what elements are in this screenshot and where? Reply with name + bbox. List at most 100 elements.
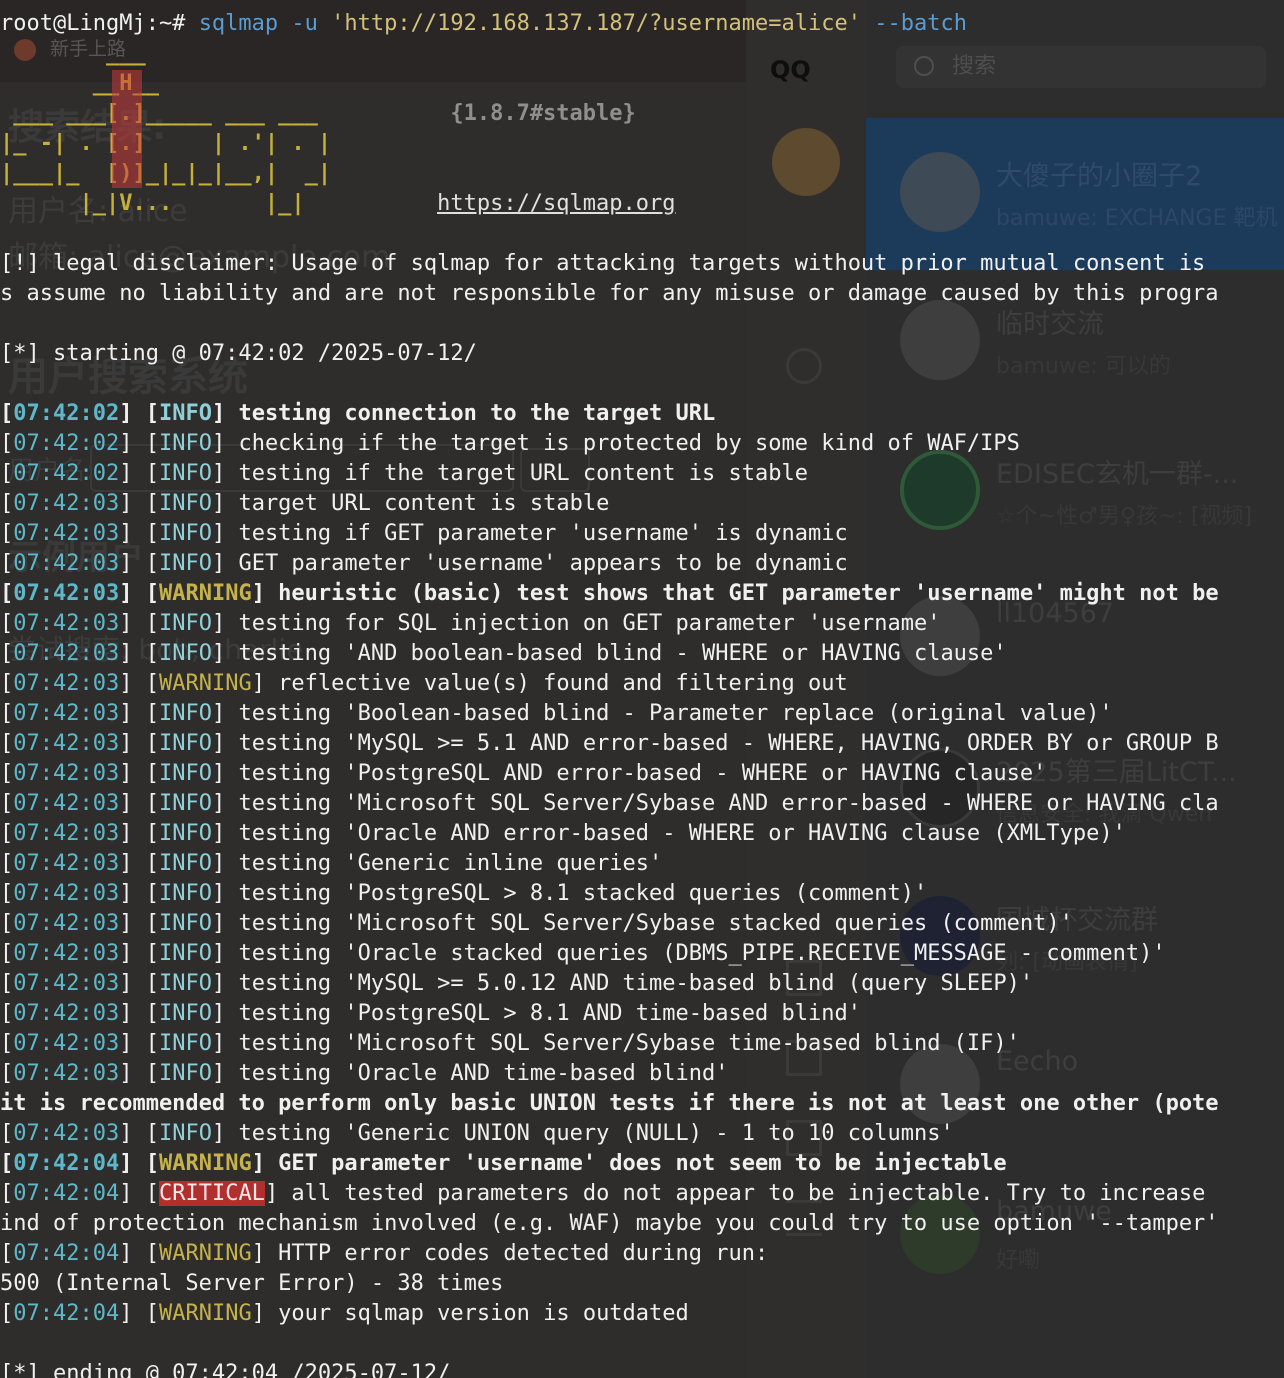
- log-line: [07:42:03] [INFO] testing 'Oracle stacke…: [0, 939, 1166, 969]
- bracket: ] [: [119, 971, 159, 996]
- log-timestamp: 07:42:03: [13, 821, 120, 846]
- log-timestamp: 07:42:02: [13, 401, 120, 426]
- log-line: [07:42:03] [INFO] testing 'PostgreSQL AN…: [0, 759, 1046, 789]
- bracket: ]: [211, 641, 226, 666]
- bracket: [: [0, 701, 14, 726]
- bracket: [: [0, 881, 14, 906]
- bracket: [: [0, 1061, 14, 1086]
- bracket: ]: [211, 851, 226, 876]
- end-line: [*] ending @ 07:42:04 /2025-07-12/: [0, 1361, 451, 1378]
- log-line: [07:42:03] [INFO] testing if GET paramet…: [0, 519, 848, 549]
- bracket: [: [0, 911, 14, 936]
- bracket: ]: [211, 551, 226, 576]
- logo-site-row: |_|V... |_| https://sqlmap.org: [0, 189, 675, 219]
- sqlmap-link[interactable]: https://sqlmap.org: [437, 191, 675, 216]
- bracket: ]: [211, 731, 226, 756]
- log-level-badge: INFO: [158, 731, 212, 756]
- log-line: [07:42:03] [INFO] testing 'Oracle AND er…: [0, 819, 1126, 849]
- log-message: testing connection to the target URL: [225, 401, 716, 426]
- bracket: ] [: [119, 1031, 159, 1056]
- bracket: [: [0, 611, 14, 636]
- bracket: [: [0, 1001, 14, 1026]
- bracket: ]: [211, 1061, 226, 1086]
- bracket: ] [: [119, 851, 159, 876]
- bracket: [: [0, 641, 14, 666]
- disclaimer: s assume no liability and are not respon…: [0, 281, 1219, 306]
- logo-line: ___ ___[.]_____ ___ ___: [0, 101, 345, 126]
- bracket: ] [: [119, 911, 159, 936]
- bracket: ]: [211, 941, 226, 966]
- logo-injection-bar: [112, 70, 142, 188]
- bracket: ]: [211, 521, 226, 546]
- log-message: testing if the target URL content is sta…: [225, 461, 808, 486]
- log-level-badge: WARNING: [158, 1301, 252, 1326]
- log-line: [07:42:03] [INFO] testing 'Microsoft SQL…: [0, 1029, 1020, 1059]
- log-message: testing 'PostgreSQL > 8.1 stacked querie…: [225, 881, 928, 906]
- log-level-badge: INFO: [158, 431, 212, 456]
- bracket: [: [0, 1241, 14, 1266]
- bracket: [: [0, 551, 14, 576]
- log-timestamp: 07:42:03: [13, 641, 120, 666]
- logo-line: |_ -| . [.] | .'| . |: [0, 131, 332, 156]
- bracket: ]: [211, 701, 226, 726]
- log-line: [07:42:03] [INFO] target URL content is …: [0, 489, 609, 519]
- bracket: ] [: [119, 521, 159, 546]
- bracket: ] [: [119, 1301, 159, 1326]
- log-message: testing 'PostgreSQL > 8.1 AND time-based…: [225, 1001, 861, 1026]
- bracket: [: [0, 761, 14, 786]
- bracket: [: [0, 491, 14, 516]
- log-level-badge: WARNING: [158, 1241, 252, 1266]
- bracket: ] [: [119, 671, 159, 696]
- logo-version-row: ___ ___[.]_____ ___ ___ {1.8.7#stable}: [0, 99, 636, 129]
- bracket: [: [0, 791, 14, 816]
- log-level-badge: INFO: [158, 1001, 212, 1026]
- log-timestamp: 07:42:03: [13, 611, 120, 636]
- bracket: [: [0, 671, 14, 696]
- bracket: ] [: [119, 791, 159, 816]
- bracket: ]: [211, 491, 226, 516]
- bracket: ]: [251, 671, 265, 696]
- log-timestamp: 07:42:03: [13, 701, 120, 726]
- start-line: [*] starting @ 07:42:02 /2025-07-12/: [0, 341, 477, 366]
- bracket: [: [0, 1181, 14, 1206]
- bracket: ]: [211, 461, 226, 486]
- bracket: ] [: [119, 731, 159, 756]
- bracket: [: [0, 851, 14, 876]
- log-line: [07:42:03] [WARNING] reflective value(s)…: [0, 669, 848, 699]
- log-line: [07:42:03] [INFO] testing 'Generic UNION…: [0, 1119, 954, 1149]
- log-timestamp: 07:42:03: [13, 971, 120, 996]
- log-message: HTTP error codes detected during run:: [264, 1241, 769, 1266]
- log-timestamp: 07:42:03: [13, 1121, 120, 1146]
- bracket: ]: [211, 431, 226, 456]
- bracket: ] [: [119, 1241, 159, 1266]
- bracket: ]: [211, 821, 226, 846]
- log-line: [07:42:03] [INFO] testing 'PostgreSQL > …: [0, 879, 927, 909]
- log-line: [07:42:03] [INFO] testing 'MySQL >= 5.1 …: [0, 729, 1219, 759]
- bracket: ] [: [119, 551, 159, 576]
- bracket: ]: [211, 611, 226, 636]
- log-line: [07:42:03] [INFO] testing 'MySQL >= 5.0.…: [0, 969, 1033, 999]
- log-message: testing 'MySQL >= 5.1 AND error-based - …: [225, 731, 1219, 756]
- log-message: testing for SQL injection on GET paramet…: [225, 611, 941, 636]
- log-timestamp: 07:42:03: [13, 761, 120, 786]
- union-note: it is recommended to perform only basic …: [0, 1091, 1219, 1116]
- bracket: ]: [211, 911, 226, 936]
- bracket: ]: [251, 1241, 265, 1266]
- log-timestamp: 07:42:03: [13, 791, 120, 816]
- log-line: [07:42:03] [INFO] testing 'AND boolean-b…: [0, 639, 1007, 669]
- log-message: testing 'AND boolean-based blind - WHERE…: [225, 641, 1007, 666]
- log-line: [07:42:04] [CRITICAL] all tested paramet…: [0, 1179, 1205, 1209]
- bracket: [: [0, 1301, 14, 1326]
- bracket: ]: [211, 971, 226, 996]
- log-line: [07:42:03] [INFO] testing 'Oracle AND ti…: [0, 1059, 729, 1089]
- bracket: ] [: [119, 641, 159, 666]
- log-timestamp: 07:42:03: [13, 1031, 120, 1056]
- log-message: testing 'Generic inline queries': [225, 851, 663, 876]
- log-level-badge: INFO: [158, 1061, 212, 1086]
- bracket: ] [: [119, 431, 159, 456]
- bracket: ]: [211, 1001, 226, 1026]
- terminal[interactable]: root@LingMj:~# sqlmap -u 'http://192.168…: [0, 0, 1284, 1378]
- log-message: target URL content is stable: [225, 491, 610, 516]
- log-message: testing 'Generic UNION query (NULL) - 1 …: [225, 1121, 954, 1146]
- bracket: ] [: [119, 581, 159, 606]
